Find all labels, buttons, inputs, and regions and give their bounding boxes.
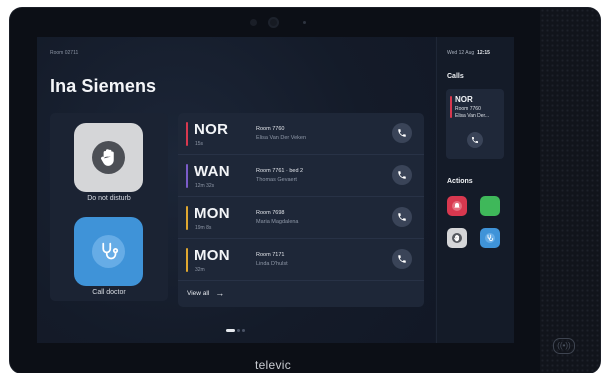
quick-actions: Do not disturb Call doctor bbox=[50, 113, 168, 301]
call-room: Room 7761 · bed 2 bbox=[256, 168, 304, 174]
answer-call-button[interactable] bbox=[467, 132, 483, 148]
indicator-light bbox=[303, 21, 306, 24]
pagination-dots bbox=[226, 322, 247, 340]
call-duration: 19m 8s bbox=[195, 225, 212, 231]
active-call-card[interactable]: NOR Room 7760 Elisa Van Der... bbox=[446, 89, 504, 159]
sidebar: Wed 12 Aug 12:15 Calls NOR Room 7760 Elis… bbox=[436, 37, 514, 343]
hand-icon bbox=[452, 233, 462, 243]
page-dot[interactable] bbox=[226, 329, 235, 333]
call-code: NOR bbox=[455, 95, 473, 104]
call-code: NOR bbox=[194, 121, 229, 138]
call-person: Thomas Gevaert bbox=[256, 177, 297, 183]
answer-call-button[interactable] bbox=[392, 165, 412, 185]
nfc-icon: ((•)) bbox=[553, 338, 575, 354]
call-row[interactable]: MON 19m 8s Room 7698 Maria Magdalena bbox=[178, 197, 424, 239]
main-panel: Room 02711 Ina Siemens Do not disturb Ca… bbox=[37, 37, 435, 343]
time-label: 12:15 bbox=[477, 50, 490, 56]
call-doctor-action-button[interactable] bbox=[480, 228, 500, 248]
call-duration: 15s bbox=[195, 141, 204, 147]
priority-bar bbox=[186, 164, 188, 188]
phone-icon bbox=[472, 137, 478, 143]
call-room: Room 7171 bbox=[256, 252, 285, 258]
call-code: WAN bbox=[194, 163, 230, 180]
call-row[interactable]: NOR 15s Room 7760 Elisa Van Der Veken bbox=[178, 113, 424, 155]
call-row[interactable]: WAN 12m 32s Room 7761 · bed 2 Thomas Gevaer… bbox=[178, 155, 424, 197]
view-all-label: View all bbox=[187, 290, 210, 297]
call-row[interactable]: MON 32m Room 7171 Linda D'hulst bbox=[178, 239, 424, 281]
do-not-disturb-label: Do not disturb bbox=[87, 195, 131, 202]
alarm-action-button[interactable] bbox=[447, 196, 467, 216]
phone-icon bbox=[398, 255, 406, 263]
page-dot[interactable] bbox=[242, 329, 245, 333]
call-room: Room 7698 bbox=[256, 210, 285, 216]
brand-logo: televic bbox=[254, 358, 292, 372]
call-code: MON bbox=[194, 205, 230, 222]
datetime: Wed 12 Aug 12:15 bbox=[447, 50, 490, 56]
do-not-disturb-action-button[interactable] bbox=[447, 228, 467, 248]
answer-call-button[interactable] bbox=[392, 123, 412, 143]
phone-icon bbox=[398, 171, 406, 179]
page-dot[interactable] bbox=[237, 329, 240, 333]
call-room: Room 7760 bbox=[455, 106, 481, 112]
call-person: Maria Magdalena bbox=[256, 219, 299, 225]
do-not-disturb-button[interactable] bbox=[74, 123, 143, 192]
call-doctor-button[interactable] bbox=[74, 217, 143, 286]
green-action-button[interactable] bbox=[480, 196, 500, 216]
patient-name: Ina Siemens bbox=[50, 76, 157, 96]
calls-title: Calls bbox=[447, 73, 464, 80]
priority-bar bbox=[450, 96, 452, 118]
answer-call-button[interactable] bbox=[392, 249, 412, 269]
phone-icon bbox=[398, 129, 406, 137]
call-person: Elisa Van Der Veken bbox=[256, 135, 307, 141]
call-list: NOR 15s Room 7760 Elisa Van Der Veken WAN 12m… bbox=[178, 113, 424, 307]
answer-call-button[interactable] bbox=[392, 207, 412, 227]
call-person: Linda D'hulst bbox=[256, 261, 288, 267]
actions-title: Actions bbox=[447, 178, 473, 185]
priority-bar bbox=[186, 248, 188, 272]
camera bbox=[268, 17, 279, 28]
alarm-icon bbox=[452, 201, 462, 211]
nfc-reader: ((•)) bbox=[553, 338, 575, 354]
call-doctor-label: Call doctor bbox=[92, 289, 126, 296]
speaker-grille bbox=[540, 8, 600, 373]
sensor bbox=[250, 19, 257, 26]
arrow-right-icon: → bbox=[215, 288, 225, 298]
call-duration: 12m 32s bbox=[195, 183, 215, 189]
stethoscope-icon bbox=[485, 233, 495, 243]
phone-icon bbox=[398, 213, 406, 221]
priority-bar bbox=[186, 206, 188, 230]
date-label: Wed 12 Aug bbox=[447, 50, 475, 56]
call-code: MON bbox=[194, 247, 230, 264]
screen: Room 02711 Ina Siemens Do not disturb Ca… bbox=[37, 37, 514, 343]
room-label: Room 02711 bbox=[50, 50, 79, 56]
view-all-link[interactable]: View all → bbox=[187, 287, 225, 298]
call-duration: 32m bbox=[195, 267, 205, 273]
priority-bar bbox=[186, 122, 188, 146]
call-room: Room 7760 bbox=[256, 126, 285, 132]
hand-icon bbox=[92, 141, 125, 174]
call-person: Elisa Van Der... bbox=[455, 113, 490, 119]
stethoscope-icon bbox=[92, 235, 125, 268]
